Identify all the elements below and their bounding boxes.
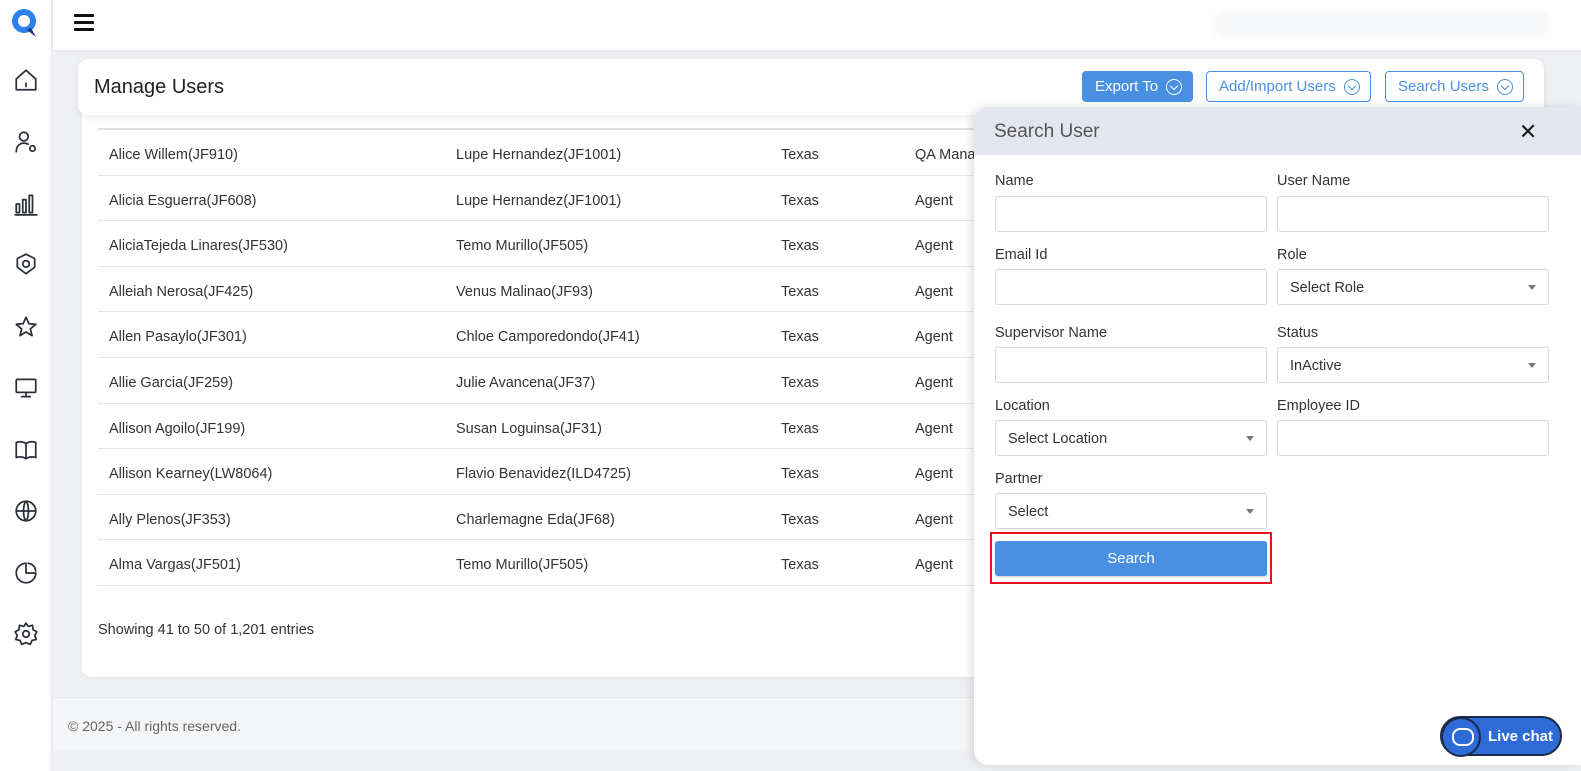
home-icon[interactable] (12, 66, 40, 94)
user-name-cell: AliciaTejeda Linares(JF530) (109, 238, 288, 255)
location-label: Location (995, 398, 1050, 414)
user-name-cell: Allen Pasaylo(JF301) (109, 329, 247, 346)
supervisor-cell: Lupe Hernandez(JF1001) (456, 192, 622, 209)
supervisor-cell: Lupe Hernandez(JF1001) (456, 147, 622, 163)
export-to-button[interactable]: Export To (1082, 71, 1194, 102)
role-cell: Agent (915, 557, 953, 574)
user-name-cell: Allison Kearney(LW8064) (109, 466, 273, 483)
partner-select[interactable]: Select (995, 493, 1267, 529)
supervisor-cell: Julie Avancena(JF37) (456, 374, 596, 391)
user-settings-icon[interactable] (12, 128, 40, 156)
role-cell: Agent (915, 511, 953, 528)
star-icon[interactable] (12, 313, 40, 341)
user-name-cell: Allison Agoilo(JF199) (109, 420, 246, 437)
chevron-down-icon (1343, 78, 1360, 95)
supervisor-input[interactable] (995, 347, 1267, 383)
location-cell: Texas (781, 557, 819, 574)
panel-title: Search User (994, 121, 1100, 142)
export-to-label: Export To (1095, 78, 1159, 95)
role-cell: Agent (915, 329, 953, 346)
add-import-users-button[interactable]: Add/Import Users (1206, 71, 1371, 102)
bar-chart-icon[interactable] (12, 190, 40, 218)
employee-id-label: Employee ID (1277, 398, 1361, 414)
username-label: User Name (1277, 173, 1351, 189)
supervisor-cell: Temo Murillo(JF505) (456, 238, 589, 255)
user-name-cell: Alicia Esguerra(JF608) (109, 192, 257, 209)
chat-bubble-icon (1441, 717, 1481, 757)
role-cell: QA Mana (915, 147, 976, 163)
user-name-cell: Alleiah Nerosa(JF425) (109, 283, 254, 300)
location-cell: Texas (781, 511, 819, 528)
book-icon[interactable] (12, 436, 40, 464)
supervisor-cell: Flavio Benavidez(ILD4725) (456, 466, 631, 483)
location-cell: Texas (781, 283, 819, 300)
entries-info: Showing 41 to 50 of 1,201 entries (98, 622, 315, 638)
role-cell: Agent (915, 374, 953, 391)
search-users-button[interactable]: Search Users (1385, 71, 1524, 102)
location-cell: Texas (781, 192, 819, 209)
role-cell: Agent (915, 466, 953, 483)
close-icon[interactable] (1521, 124, 1535, 138)
supervisor-cell: Susan Loguinsa(JF31) (456, 420, 602, 437)
location-cell: Texas (781, 374, 819, 391)
role-select[interactable]: Select Role (1277, 269, 1549, 305)
role-cell: Agent (915, 238, 953, 255)
role-cell: Agent (915, 420, 953, 437)
live-chat-button[interactable]: Live chat (1440, 716, 1562, 757)
location-cell: Texas (781, 329, 819, 346)
role-cell: Agent (915, 283, 953, 300)
role-cell: Agent (915, 192, 953, 209)
sidebar (0, 0, 52, 771)
page-title: Manage Users (94, 76, 225, 98)
status-label: Status (1277, 325, 1319, 341)
search-button[interactable]: Search (995, 541, 1267, 576)
supervisor-cell: Temo Murillo(JF505) (456, 557, 589, 574)
role-label: Role (1277, 247, 1307, 263)
status-select[interactable]: InActive (1277, 347, 1549, 383)
top-bar-blurred-region (1211, 10, 1551, 38)
panel-header: Search User (974, 107, 1581, 155)
copyright-text: © 2025 - All rights reserved. (68, 718, 241, 734)
app-logo[interactable] (11, 8, 39, 38)
monitor-icon[interactable] (12, 374, 40, 402)
username-input[interactable] (1277, 196, 1549, 232)
search-user-panel: Search User Name User Name Email Id Role… (974, 107, 1581, 765)
badge-icon[interactable] (12, 251, 40, 279)
supervisor-cell: Venus Malinao(JF93) (456, 283, 594, 300)
gear-icon[interactable] (12, 620, 40, 648)
user-name-cell: Ally Plenos(JF353) (109, 511, 231, 528)
name-label: Name (995, 173, 1034, 189)
live-chat-label: Live chat (1488, 728, 1554, 745)
location-cell: Texas (781, 238, 819, 255)
name-input[interactable] (995, 196, 1267, 232)
location-cell: Texas (781, 466, 819, 483)
supervisor-cell: Charlemagne Eda(JF68) (456, 511, 615, 528)
partner-label: Partner (995, 471, 1043, 487)
pie-chart-icon[interactable] (12, 559, 40, 587)
chevron-down-icon (1166, 78, 1183, 95)
globe-icon[interactable] (12, 497, 40, 525)
supervisor-label: Supervisor Name (995, 325, 1108, 341)
search-users-label: Search Users (1398, 78, 1489, 95)
location-cell: Texas (781, 420, 819, 437)
location-select[interactable]: Select Location (995, 420, 1267, 456)
supervisor-cell: Chloe Camporedondo(JF41) (456, 329, 640, 346)
user-name-cell: Allie Garcia(JF259) (109, 374, 234, 391)
hamburger-menu-icon[interactable] (74, 14, 94, 34)
user-name-cell: Alice Willem(JF910) (109, 147, 238, 163)
email-label: Email Id (995, 247, 1048, 263)
email-input[interactable] (995, 269, 1267, 305)
employee-id-input[interactable] (1277, 420, 1549, 456)
add-import-users-label: Add/Import Users (1219, 78, 1336, 95)
chevron-down-icon (1496, 78, 1513, 95)
location-cell: Texas (781, 147, 819, 163)
top-bar (53, 0, 1581, 50)
user-name-cell: Alma Vargas(JF501) (109, 557, 241, 574)
